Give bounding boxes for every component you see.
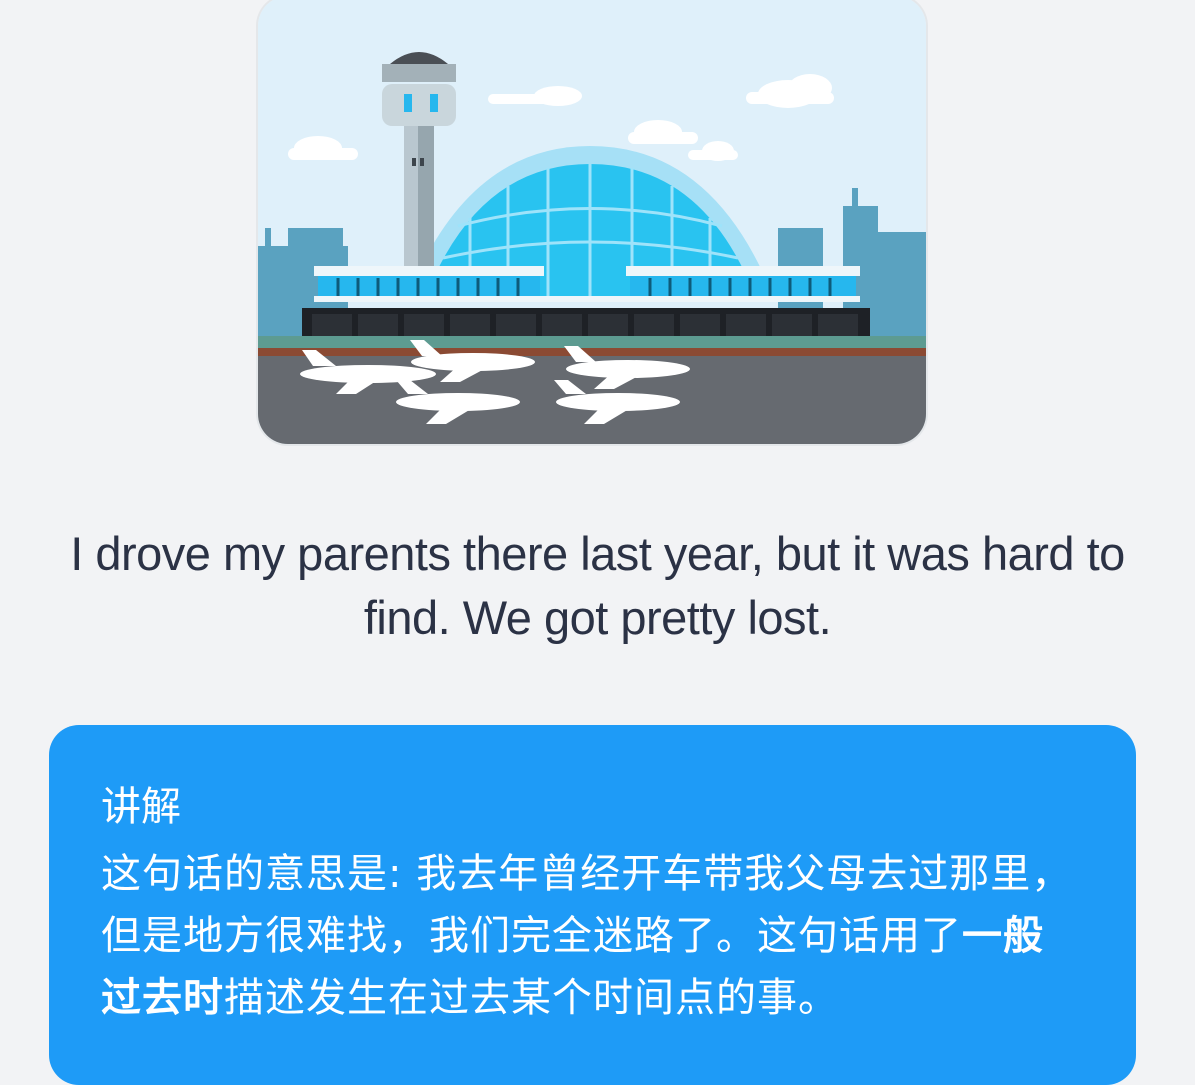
airport-illustration <box>258 0 926 444</box>
airport-icon <box>258 0 926 444</box>
explanation-title: 讲解 <box>101 784 181 830</box>
explanation-text-before: 这句话的意思是: 我去年曾经开车带我父母去过那里，但是地方很难找，我们完全迷路了… <box>101 851 1073 959</box>
explanation-body: 这句话的意思是: 我去年曾经开车带我父母去过那里，但是地方很难找，我们完全迷路了… <box>101 843 1084 1029</box>
explanation-text-after: 描述发生在过去某个时间点的事。 <box>224 975 839 1021</box>
sentence-text: I drove my parents there last year, but … <box>70 527 1125 644</box>
explanation-card: 讲解 这句话的意思是: 我去年曾经开车带我父母去过那里，但是地方很难找，我们完全… <box>49 725 1136 1085</box>
